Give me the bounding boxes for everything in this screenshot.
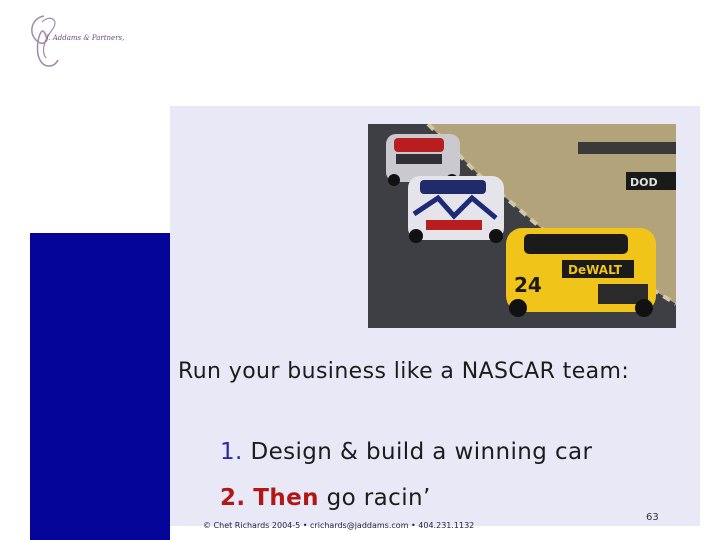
list-item-1-number: 1. [220, 439, 243, 465]
list-item-1-text: Design & build a winning car [250, 439, 593, 465]
race-car-3: DeWALT 24 [506, 228, 656, 317]
list-item-2: 2. Then go racin’ [220, 485, 431, 511]
nascar-race-cars-photo: DOD DeWALT 24 [368, 124, 676, 328]
list-item-1: 1. Design & build a winning car [220, 439, 592, 465]
race-car-2 [408, 176, 504, 243]
company-logo: J. Addams & Partners, Inc. [14, 10, 140, 76]
list-item-2-number: 2. [220, 485, 246, 511]
svg-text:J. Addams & Partners, Inc.: J. Addams & Partners, Inc. [44, 34, 124, 42]
accent-bar [30, 233, 170, 540]
slide-headline: Run your business like a NASCAR team: [178, 359, 630, 384]
svg-text:24: 24 [514, 273, 542, 297]
svg-text:DOD: DOD [630, 176, 658, 189]
list-item-2-accent: Then [253, 485, 319, 511]
page-number: 63 [646, 512, 659, 523]
script-logo-icon: J. Addams & Partners, Inc. [31, 15, 140, 67]
slide-footer: © Chet Richards 2004-5 • crichards@jadda… [203, 521, 475, 530]
svg-text:DeWALT: DeWALT [568, 263, 623, 277]
list-item-2-text: go racin’ [326, 485, 431, 511]
